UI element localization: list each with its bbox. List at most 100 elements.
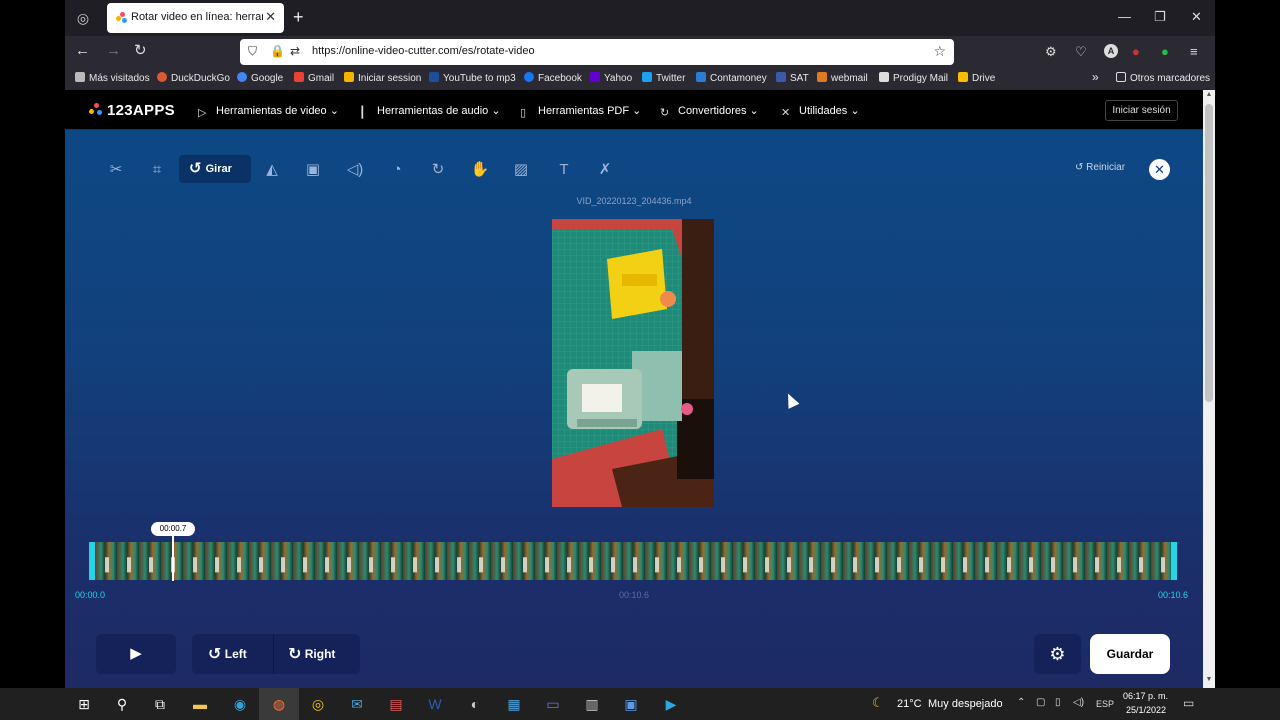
stabilize-icon[interactable]: ✋: [465, 160, 495, 180]
edge-icon[interactable]: ◉: [230, 695, 250, 713]
maximize-button[interactable]: ❐: [1154, 9, 1166, 25]
permissions-icon[interactable]: ⇄: [290, 44, 300, 58]
scrollbar-thumb[interactable]: [1205, 104, 1213, 402]
back-icon[interactable]: ←: [75, 42, 90, 60]
play-button[interactable]: ▶: [96, 634, 176, 674]
flip-icon[interactable]: ◭: [257, 160, 287, 180]
volume-tray-icon[interactable]: ◁): [1073, 697, 1084, 708]
menu-pdf-tools[interactable]: ▯ Herramientas PDF ⌄: [520, 104, 641, 119]
close-editor-icon[interactable]: ✕: [1149, 159, 1170, 180]
save-button[interactable]: Guardar: [1090, 634, 1170, 674]
login-button[interactable]: Iniciar sesión: [1105, 100, 1178, 121]
video-preview[interactable]: [552, 219, 714, 507]
address-bar[interactable]: ⛉ 🔒 ⇄ https://online-video-cutter.com/es…: [240, 39, 954, 65]
adblock-icon[interactable]: ●: [1132, 44, 1140, 59]
account-avatar-icon[interactable]: A: [1104, 44, 1118, 58]
bookmark-google[interactable]: Google: [237, 72, 283, 84]
text-icon[interactable]: T: [549, 160, 579, 180]
tab-close-icon[interactable]: ✕: [265, 9, 276, 25]
calculator-icon[interactable]: ▥: [582, 695, 602, 713]
extensions-icon[interactable]: ⚙: [1045, 44, 1057, 60]
rotate-right-button[interactable]: ↻ Right: [288, 634, 335, 674]
reload-icon[interactable]: ↻: [134, 42, 147, 60]
watermark-remove-icon[interactable]: ✗: [590, 160, 620, 180]
playhead-handle[interactable]: [172, 536, 174, 581]
timeline-strip[interactable]: [89, 542, 1177, 580]
bookmark-youtube-to-mp3[interactable]: YouTube to mp3: [429, 72, 516, 84]
globe-icon[interactable]: ◎: [75, 10, 91, 26]
image-icon[interactable]: ▨: [506, 160, 536, 180]
store-icon[interactable]: ▦: [504, 695, 524, 713]
tray-overflow-icon[interactable]: ⌃: [1017, 697, 1025, 708]
page-scrollbar[interactable]: ▲ ▼: [1203, 90, 1215, 688]
battery-icon[interactable]: ▯: [1055, 697, 1061, 708]
scanner-icon[interactable]: ▭: [543, 695, 563, 713]
bookmark-gmail[interactable]: Gmail: [294, 72, 334, 84]
pocket-icon[interactable]: ♡: [1075, 44, 1087, 60]
bookmark-sat[interactable]: SAT: [776, 72, 809, 84]
audio-icon: ┃: [359, 107, 366, 119]
forward-icon[interactable]: →: [106, 42, 121, 60]
other-bookmarks-folder[interactable]: Otros marcadores: [1116, 72, 1210, 84]
security-icon[interactable]: ▣: [621, 695, 641, 713]
menu-audio-tools[interactable]: ┃ Herramientas de audio ⌄: [359, 104, 501, 119]
search-icon[interactable]: ⚲: [112, 695, 132, 713]
bookmark-contamoney[interactable]: Contamoney: [696, 72, 767, 84]
notifications-icon[interactable]: ▭: [1183, 696, 1194, 710]
close-window-button[interactable]: ✕: [1191, 9, 1202, 25]
mail-icon[interactable]: ✉: [347, 695, 367, 713]
vnc-icon[interactable]: ▤: [386, 695, 406, 713]
bookmark-webmail[interactable]: webmail: [817, 72, 868, 84]
menu-icon[interactable]: ≡: [1190, 44, 1198, 59]
language-indicator[interactable]: ESP: [1096, 699, 1114, 709]
loop-icon[interactable]: ↻: [423, 160, 453, 180]
firefox-icon[interactable]: ◍: [269, 695, 289, 713]
volume-icon[interactable]: ◁): [340, 160, 370, 180]
site-logo[interactable]: 123APPS: [89, 102, 175, 119]
menu-utilities[interactable]: ✕ Utilidades ⌄: [781, 104, 860, 119]
chrome-icon[interactable]: ◎: [308, 695, 328, 713]
reset-button[interactable]: ↺ Reiniciar: [1075, 162, 1125, 173]
minimize-button[interactable]: —: [1118, 9, 1131, 24]
bookmark-iniciar-session[interactable]: Iniciar session: [344, 72, 421, 84]
weather-moon-icon[interactable]: ☾: [872, 695, 884, 711]
scroll-down-icon[interactable]: ▼: [1203, 676, 1215, 683]
crop-icon[interactable]: ⌗: [142, 160, 172, 180]
rotate-tool-button[interactable]: ↺ Girar: [179, 155, 251, 183]
clock-time[interactable]: 06:17 p. m.: [1123, 691, 1168, 701]
bookmark-twitter[interactable]: Twitter: [642, 72, 685, 84]
rotate-left-button[interactable]: ↺ Left: [208, 634, 247, 674]
weather-temperature[interactable]: 21°C: [897, 698, 922, 710]
media-player-icon[interactable]: ▶: [661, 695, 681, 713]
menu-video-tools[interactable]: ▷ Herramientas de video ⌄: [198, 104, 339, 119]
resize-icon[interactable]: ▣: [298, 160, 328, 180]
menu-converters[interactable]: ↻ Convertidores ⌄: [660, 104, 759, 119]
bookmark-star-icon[interactable]: ☆: [933, 43, 946, 60]
weather-condition[interactable]: Muy despejado: [928, 698, 1003, 710]
clock-date[interactable]: 25/1/2022: [1126, 705, 1166, 715]
speed-icon[interactable]: ◔: [382, 160, 412, 180]
shield-icon[interactable]: ⛉: [248, 44, 257, 59]
bookmark-yahoo[interactable]: Yahoo: [590, 72, 632, 84]
bookmark-duckduckgo[interactable]: DuckDuckGo: [157, 72, 230, 84]
bookmarks-overflow-icon[interactable]: »: [1092, 70, 1099, 84]
file-explorer-icon[interactable]: ▬: [190, 695, 210, 713]
rotate-icon: ↺: [189, 160, 202, 177]
bookmark-mas-visitados[interactable]: Más visitados: [75, 72, 150, 84]
bookmark-facebook[interactable]: Facebook: [524, 72, 582, 84]
url-text[interactable]: https://online-video-cutter.com/es/rotat…: [312, 45, 535, 57]
cut-icon[interactable]: ✂: [101, 160, 131, 180]
task-view-icon[interactable]: ⧉: [150, 695, 170, 713]
bookmark-drive[interactable]: Drive: [958, 72, 995, 84]
settings-button[interactable]: ⚙: [1034, 634, 1081, 674]
browser-tab[interactable]: Rotar video en línea: herramient ✕: [107, 3, 284, 33]
windows-start-icon[interactable]: ⊞: [74, 695, 94, 713]
app-icon[interactable]: ◐: [465, 695, 485, 713]
lock-icon[interactable]: 🔒: [270, 44, 285, 58]
meet-icon[interactable]: ▢: [1036, 697, 1045, 708]
word-icon[interactable]: W: [425, 695, 445, 713]
extension-green-icon[interactable]: ●: [1161, 44, 1169, 59]
scroll-up-icon[interactable]: ▲: [1203, 91, 1215, 98]
new-tab-button[interactable]: +: [293, 8, 304, 26]
bookmark-prodigy-mail[interactable]: Prodigy Mail: [879, 72, 948, 84]
